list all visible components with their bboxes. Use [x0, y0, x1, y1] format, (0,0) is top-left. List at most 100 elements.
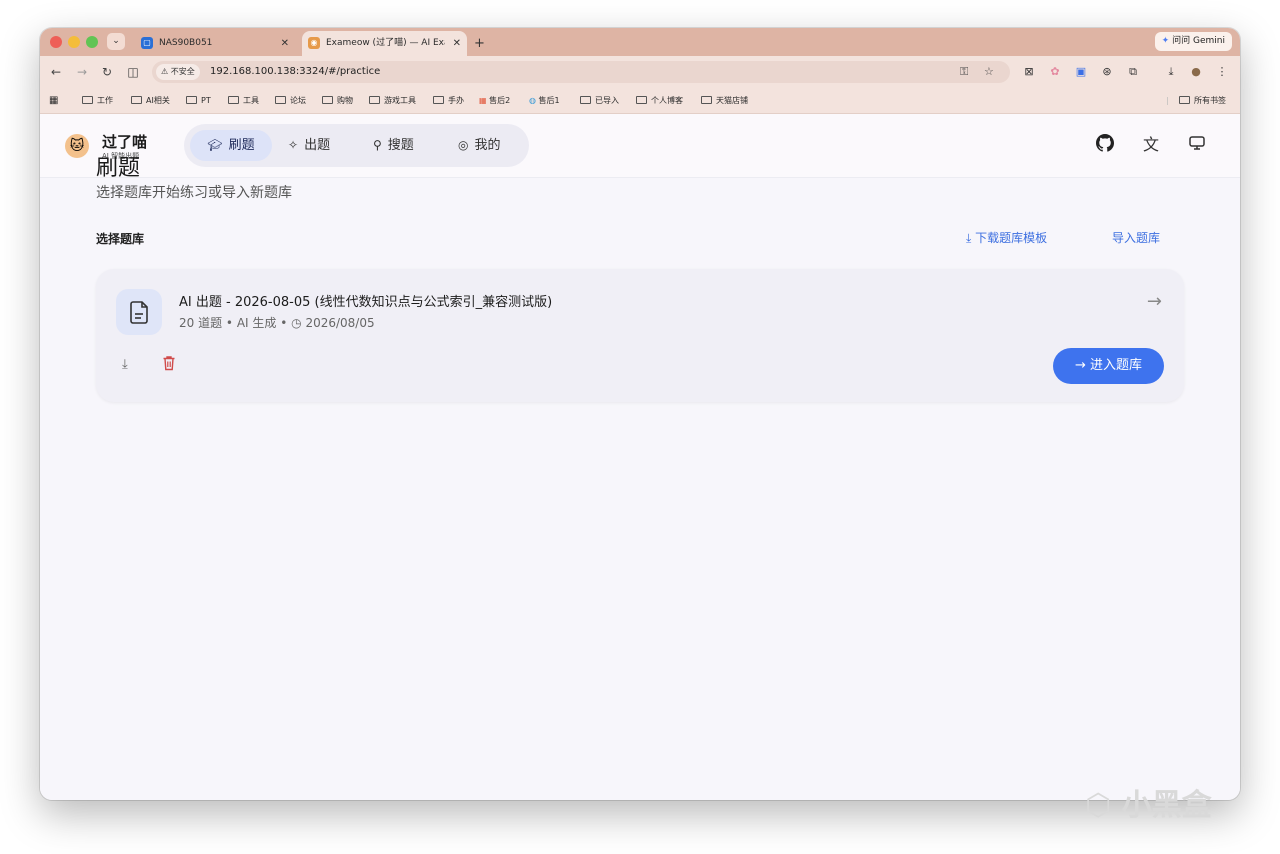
profile-avatar-icon[interactable]: ●	[1188, 64, 1204, 80]
github-icon[interactable]	[1094, 134, 1116, 156]
download-template-link[interactable]: ⤓ 下载题库模板	[966, 229, 1047, 246]
translate-icon[interactable]: 文	[1140, 134, 1162, 156]
close-tab-icon[interactable]: ✕	[453, 31, 461, 56]
bookmark-folder[interactable]: 手办	[433, 88, 464, 113]
nav-label: 出题	[304, 138, 331, 153]
meta-separator: •	[280, 316, 292, 330]
question-bank-card[interactable]: AI 出题 - 2026-08-05 (线性代数知识点与公式索引_兼容测试版) …	[96, 269, 1184, 402]
folder-icon	[369, 96, 380, 104]
bookmark-folder[interactable]: 个人博客	[636, 88, 683, 113]
folder-icon	[1179, 96, 1190, 104]
url-text[interactable]: 192.168.100.138:3324/#/practice	[210, 61, 380, 83]
globe-icon: ◍	[529, 96, 539, 105]
user-circle-icon: ◎	[458, 138, 469, 152]
bookmark-folder[interactable]: 论坛	[275, 88, 306, 113]
folder-icon	[580, 96, 591, 104]
sparkles-icon: ✧	[288, 138, 299, 152]
gemini-sparkle-icon: ✦	[1161, 36, 1170, 46]
extension-icon[interactable]: ✿	[1047, 64, 1063, 80]
bookmark-folder[interactable]: AI相关	[131, 88, 170, 113]
exameow-favicon-icon: ◉	[308, 37, 320, 49]
heybox-logo-icon: ⬡	[1085, 788, 1122, 823]
meta-separator: •	[225, 316, 237, 330]
maximize-window-button[interactable]	[86, 36, 98, 48]
apps-grid-icon[interactable]: ▦	[49, 88, 58, 113]
bank-date: 2026/08/05	[305, 316, 375, 330]
bank-source: AI 生成	[236, 316, 277, 330]
browser-window: ⌄ ▢ NAS90B051 ✕ ◉ Exameow (过了喵) — AI Exa…	[40, 28, 1240, 800]
bookmark-link[interactable]: ▦ 售后2	[479, 88, 510, 113]
import-bank-link[interactable]: 导入题库	[1112, 229, 1160, 246]
microsoft-icon: ▦	[479, 96, 490, 105]
security-badge[interactable]: ⚠ 不安全	[156, 64, 200, 80]
nas-favicon-icon: ▢	[141, 37, 153, 49]
extension-icon[interactable]: ⊠	[1021, 64, 1037, 80]
nav-label: 刷题	[228, 138, 255, 153]
folder-icon	[433, 96, 444, 104]
chevron-down-icon: ⌄	[112, 36, 120, 46]
download-bank-icon[interactable]: ⤓	[122, 357, 128, 372]
bookmark-folder[interactable]: PT	[186, 88, 211, 113]
gemini-button[interactable]: ✦ 问问 Gemini	[1154, 32, 1232, 51]
folder-icon	[131, 96, 142, 104]
extension-icon[interactable]: ▣	[1073, 64, 1089, 80]
new-tab-button[interactable]: +	[474, 31, 485, 56]
cat-logo-icon[interactable]: 🐱	[65, 134, 89, 158]
folder-icon	[228, 96, 239, 104]
tab-search-button[interactable]: ⌄	[107, 33, 125, 50]
nav-label: 搜题	[387, 138, 414, 153]
monitor-icon[interactable]	[1186, 134, 1208, 156]
puzzle-icon[interactable]: ⧉	[1125, 64, 1141, 80]
folder-icon	[322, 96, 333, 104]
folder-icon	[636, 96, 647, 104]
nav-item-practice[interactable]: 🎓︎ 刷题	[190, 130, 272, 161]
download-icon: ⤓	[966, 231, 976, 245]
page-viewport: 🐱 过了喵 AI 智能出题 🎓︎ 刷题 ✧ 出题 ⚲ 搜题 ◎ 我的 文 刷题 选择题库…	[40, 114, 1240, 800]
download-icon[interactable]: ⤓	[1163, 64, 1179, 80]
nav-item-search[interactable]: ⚲ 搜题	[373, 130, 414, 161]
app-name[interactable]: 过了喵	[102, 131, 147, 152]
bookmark-link[interactable]: ◍ 售后1	[529, 88, 560, 113]
arrow-right-icon: →	[1074, 358, 1090, 373]
bookmark-folder[interactable]: 工具	[228, 88, 259, 113]
tab-nas[interactable]: ▢ NAS90B051 ✕	[135, 31, 295, 56]
forward-icon[interactable]: →	[72, 62, 92, 82]
all-bookmarks-folder[interactable]: 所有书签	[1179, 88, 1226, 113]
bookmark-folder[interactable]: 已导入	[580, 88, 619, 113]
warning-icon: ⚠	[161, 67, 171, 76]
nav-item-profile[interactable]: ◎ 我的	[458, 130, 501, 161]
minimize-window-button[interactable]	[68, 36, 80, 48]
gemini-label: 问问 Gemini	[1172, 36, 1225, 46]
omnibox[interactable]: ⚠ 不安全 192.168.100.138:3324/#/practice ⚿ …	[152, 61, 1010, 83]
back-icon[interactable]: ←	[46, 62, 66, 82]
clock-icon: ◷	[291, 316, 306, 330]
close-tab-icon[interactable]: ✕	[281, 31, 289, 56]
security-label: 不安全	[170, 67, 195, 76]
reload-icon[interactable]: ↻	[97, 62, 117, 82]
tab-exameow[interactable]: ◉ Exameow (过了喵) — AI Exam ✕	[302, 31, 467, 56]
extension-icon[interactable]: ⊛	[1099, 64, 1115, 80]
trash-icon[interactable]	[162, 355, 176, 371]
page-title: 刷题	[96, 156, 141, 181]
bookmark-folder[interactable]: 工作	[82, 88, 113, 113]
tab-strip: ⌄ ▢ NAS90B051 ✕ ◉ Exameow (过了喵) — AI Exa…	[40, 28, 1240, 56]
bookmark-star-icon[interactable]: ☆	[984, 61, 994, 83]
graduation-cap-icon: 🎓︎	[207, 138, 223, 152]
arrow-right-icon[interactable]: →	[1147, 291, 1162, 312]
bookmark-folder[interactable]: 游戏工具	[369, 88, 416, 113]
page-subtitle: 选择题库开始练习或导入新题库	[96, 185, 292, 201]
menu-dots-icon[interactable]: ⋮	[1214, 64, 1230, 80]
question-count: 20 道题	[179, 316, 223, 330]
folder-icon	[82, 96, 93, 104]
key-icon[interactable]: ⚿	[960, 61, 968, 83]
side-panel-icon[interactable]: ◫	[123, 62, 143, 82]
nav-item-generate[interactable]: ✧ 出题	[288, 130, 330, 161]
tab-title: NAS90B051	[159, 38, 213, 48]
bank-title: AI 出题 - 2026-08-05 (线性代数知识点与公式索引_兼容测试版)	[179, 295, 553, 310]
bookmark-folder[interactable]: 天猫店铺	[701, 88, 748, 113]
close-window-button[interactable]	[50, 36, 62, 48]
bookmarks-divider: |	[1166, 96, 1169, 105]
search-icon: ⚲	[373, 138, 382, 152]
bookmark-folder[interactable]: 购物	[322, 88, 353, 113]
enter-bank-button[interactable]: → 进入题库	[1053, 348, 1164, 384]
